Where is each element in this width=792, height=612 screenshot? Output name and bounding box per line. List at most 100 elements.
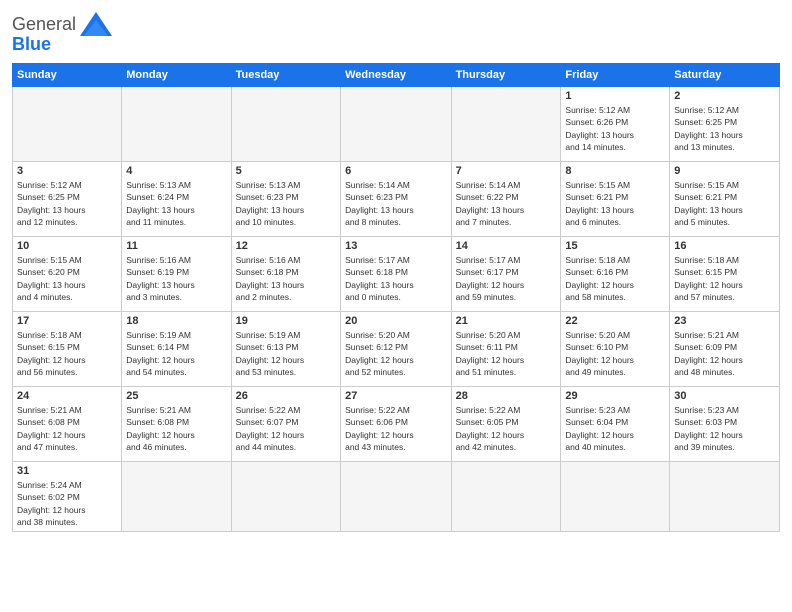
calendar-row: 31Sunrise: 5:24 AM Sunset: 6:02 PM Dayli… (13, 462, 780, 532)
calendar-cell (341, 462, 451, 532)
calendar-cell: 23 Sunrise: 5:21 AM Sunset: 6:09 PM Dayli… (670, 312, 780, 387)
calendar-cell: 26Sunrise: 5:22 AM Sunset: 6:07 PM Dayli… (231, 387, 340, 462)
day-info: Sunrise: 5:20 AM Sunset: 6:12 PM Dayligh… (345, 329, 446, 378)
calendar-cell: 25 Sunrise: 5:21 AM Sunset: 6:08 PM Dayli… (122, 387, 231, 462)
weekday-header: SundayMondayTuesdayWednesdayThursdayFrid… (13, 64, 780, 87)
day-number: 10 (17, 240, 117, 252)
day-info: Sunrise: 5:13 AM Sunset: 6:24 PM Dayligh… (126, 179, 226, 228)
day-info: Sunrise: 5:16 AM Sunset: 6:19 PM Dayligh… (126, 254, 226, 303)
day-info: Sunrise: 5:22 AM Sunset: 6:06 PM Dayligh… (345, 404, 446, 453)
calendar: SundayMondayTuesdayWednesdayThursdayFrid… (12, 63, 780, 532)
calendar-cell: 29 Sunrise: 5:23 AM Sunset: 6:04 PM Dayli… (561, 387, 670, 462)
day-number: 28 (456, 390, 557, 402)
day-number: 18 (126, 315, 226, 327)
calendar-cell: 15 Sunrise: 5:18 AM Sunset: 6:16 PM Dayli… (561, 237, 670, 312)
day-info: Sunrise: 5:19 AM Sunset: 6:14 PM Dayligh… (126, 329, 226, 378)
day-number: 24 (17, 390, 117, 402)
weekday-tuesday: Tuesday (231, 64, 340, 87)
calendar-cell (122, 87, 231, 162)
day-number: 19 (236, 315, 336, 327)
logo-icon (78, 10, 114, 38)
calendar-cell: 3 Sunrise: 5:12 AM Sunset: 6:25 PM Daylig… (13, 162, 122, 237)
calendar-cell: 18 Sunrise: 5:19 AM Sunset: 6:14 PM Dayli… (122, 312, 231, 387)
day-info: Sunrise: 5:18 AM Sunset: 6:15 PM Dayligh… (17, 329, 117, 378)
calendar-cell: 13Sunrise: 5:17 AM Sunset: 6:18 PM Dayli… (341, 237, 451, 312)
calendar-cell: 12 Sunrise: 5:16 AM Sunset: 6:18 PM Dayli… (231, 237, 340, 312)
day-number: 21 (456, 315, 557, 327)
logo: General Blue (12, 10, 114, 55)
calendar-cell: 6 Sunrise: 5:14 AM Sunset: 6:23 PM Daylig… (341, 162, 451, 237)
day-info: Sunrise: 5:17 AM Sunset: 6:17 PM Dayligh… (456, 254, 557, 303)
calendar-cell: 9Sunrise: 5:15 AM Sunset: 6:21 PM Daylig… (670, 162, 780, 237)
day-info: Sunrise: 5:20 AM Sunset: 6:11 PM Dayligh… (456, 329, 557, 378)
calendar-cell: 20Sunrise: 5:20 AM Sunset: 6:12 PM Dayli… (341, 312, 451, 387)
weekday-monday: Monday (122, 64, 231, 87)
calendar-cell: 31Sunrise: 5:24 AM Sunset: 6:02 PM Dayli… (13, 462, 122, 532)
day-info: Sunrise: 5:21 AM Sunset: 6:08 PM Dayligh… (126, 404, 226, 453)
calendar-cell: 14Sunrise: 5:17 AM Sunset: 6:17 PM Dayli… (451, 237, 561, 312)
day-info: Sunrise: 5:14 AM Sunset: 6:23 PM Dayligh… (345, 179, 446, 228)
day-number: 2 (674, 90, 775, 102)
day-number: 12 (236, 240, 336, 252)
day-info: Sunrise: 5:16 AM Sunset: 6:18 PM Dayligh… (236, 254, 336, 303)
calendar-cell: 19 Sunrise: 5:19 AM Sunset: 6:13 PM Dayli… (231, 312, 340, 387)
calendar-cell: 28 Sunrise: 5:22 AM Sunset: 6:05 PM Dayli… (451, 387, 561, 462)
day-info: Sunrise: 5:18 AM Sunset: 6:16 PM Dayligh… (565, 254, 665, 303)
calendar-cell: 4 Sunrise: 5:13 AM Sunset: 6:24 PM Daylig… (122, 162, 231, 237)
calendar-cell: 1 Sunrise: 5:12 AM Sunset: 6:26 PM Daylig… (561, 87, 670, 162)
day-number: 17 (17, 315, 117, 327)
calendar-row: 17 Sunrise: 5:18 AM Sunset: 6:15 PM Dayli… (13, 312, 780, 387)
day-number: 13 (345, 240, 446, 252)
day-number: 9 (674, 165, 775, 177)
day-number: 6 (345, 165, 446, 177)
day-number: 15 (565, 240, 665, 252)
day-number: 16 (674, 240, 775, 252)
calendar-cell: 16 Sunrise: 5:18 AM Sunset: 6:15 PM Dayli… (670, 237, 780, 312)
day-number: 31 (17, 465, 117, 477)
day-number: 4 (126, 165, 226, 177)
calendar-cell: 27 Sunrise: 5:22 AM Sunset: 6:06 PM Dayli… (341, 387, 451, 462)
day-info: Sunrise: 5:21 AM Sunset: 6:08 PM Dayligh… (17, 404, 117, 453)
day-number: 27 (345, 390, 446, 402)
weekday-thursday: Thursday (451, 64, 561, 87)
calendar-cell: 21 Sunrise: 5:20 AM Sunset: 6:11 PM Dayli… (451, 312, 561, 387)
calendar-cell (122, 462, 231, 532)
calendar-cell (451, 87, 561, 162)
weekday-sunday: Sunday (13, 64, 122, 87)
calendar-cell (231, 462, 340, 532)
calendar-cell: 24 Sunrise: 5:21 AM Sunset: 6:08 PM Dayli… (13, 387, 122, 462)
day-info: Sunrise: 5:21 AM Sunset: 6:09 PM Dayligh… (674, 329, 775, 378)
day-number: 5 (236, 165, 336, 177)
day-info: Sunrise: 5:12 AM Sunset: 6:25 PM Dayligh… (17, 179, 117, 228)
calendar-cell: 17 Sunrise: 5:18 AM Sunset: 6:15 PM Dayli… (13, 312, 122, 387)
day-number: 22 (565, 315, 665, 327)
day-info: Sunrise: 5:14 AM Sunset: 6:22 PM Dayligh… (456, 179, 557, 228)
weekday-friday: Friday (561, 64, 670, 87)
logo-general: General (12, 14, 76, 35)
day-number: 26 (236, 390, 336, 402)
day-info: Sunrise: 5:18 AM Sunset: 6:15 PM Dayligh… (674, 254, 775, 303)
logo-blue: Blue (12, 34, 51, 55)
day-info: Sunrise: 5:12 AM Sunset: 6:26 PM Dayligh… (565, 104, 665, 153)
day-number: 23 (674, 315, 775, 327)
calendar-row: 1 Sunrise: 5:12 AM Sunset: 6:26 PM Daylig… (13, 87, 780, 162)
weekday-wednesday: Wednesday (341, 64, 451, 87)
day-number: 25 (126, 390, 226, 402)
day-info: Sunrise: 5:19 AM Sunset: 6:13 PM Dayligh… (236, 329, 336, 378)
calendar-cell (341, 87, 451, 162)
day-number: 1 (565, 90, 665, 102)
calendar-cell (561, 462, 670, 532)
calendar-cell: 8Sunrise: 5:15 AM Sunset: 6:21 PM Daylig… (561, 162, 670, 237)
weekday-saturday: Saturday (670, 64, 780, 87)
day-info: Sunrise: 5:23 AM Sunset: 6:04 PM Dayligh… (565, 404, 665, 453)
calendar-row: 3 Sunrise: 5:12 AM Sunset: 6:25 PM Daylig… (13, 162, 780, 237)
day-info: Sunrise: 5:22 AM Sunset: 6:05 PM Dayligh… (456, 404, 557, 453)
day-number: 29 (565, 390, 665, 402)
calendar-cell: 5Sunrise: 5:13 AM Sunset: 6:23 PM Daylig… (231, 162, 340, 237)
day-info: Sunrise: 5:12 AM Sunset: 6:25 PM Dayligh… (674, 104, 775, 153)
calendar-row: 10Sunrise: 5:15 AM Sunset: 6:20 PM Dayli… (13, 237, 780, 312)
day-info: Sunrise: 5:15 AM Sunset: 6:21 PM Dayligh… (565, 179, 665, 228)
day-number: 7 (456, 165, 557, 177)
calendar-cell: 2 Sunrise: 5:12 AM Sunset: 6:25 PM Daylig… (670, 87, 780, 162)
day-number: 3 (17, 165, 117, 177)
